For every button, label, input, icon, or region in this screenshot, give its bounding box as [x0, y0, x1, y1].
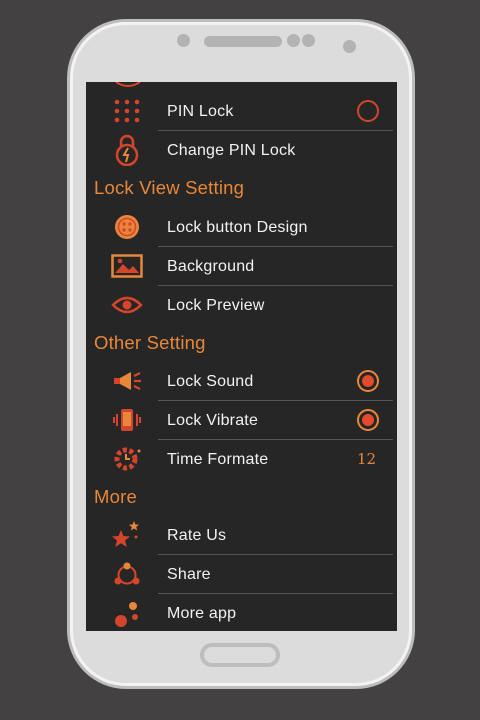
lock-sound-row[interactable]: Lock Sound: [86, 362, 397, 401]
eye-icon: [110, 290, 144, 320]
dots-icon: [110, 598, 144, 628]
time-formate-label: Time Formate: [167, 451, 269, 468]
section-header-other: Other Setting: [94, 332, 206, 353]
share-row[interactable]: Share: [86, 555, 397, 594]
more-app-row[interactable]: More app: [86, 594, 397, 631]
lock-preview-row[interactable]: Lock Preview: [86, 286, 397, 325]
section-header-lock-view: Lock View Setting: [94, 177, 245, 198]
vibrate-icon: [110, 405, 144, 435]
settings-screen: PIN Lock Change PIN Lock Lock View Setti…: [86, 82, 397, 631]
lock-vibrate-label: Lock Vibrate: [167, 412, 259, 429]
share-icon: [110, 559, 144, 589]
section-header-more: More: [94, 486, 137, 507]
stars-icon: [110, 520, 144, 550]
lock-sound-radio[interactable]: [357, 370, 379, 392]
sensor-dot: [302, 34, 315, 47]
sensor-dot: [343, 40, 356, 53]
background-label: Background: [167, 258, 255, 275]
lock-preview-label: Lock Preview: [167, 297, 265, 314]
rate-us-label: Rate Us: [167, 527, 227, 544]
earpiece-speaker: [204, 36, 282, 47]
image-icon: [110, 251, 144, 281]
background-row[interactable]: Background: [86, 247, 397, 286]
more-app-label: More app: [167, 605, 237, 622]
lock-vibrate-radio[interactable]: [357, 409, 379, 431]
pin-lock-radio[interactable]: [357, 100, 379, 122]
gear-clock-icon: [110, 444, 144, 474]
lock-icon: [110, 134, 144, 166]
megaphone-icon: [110, 366, 144, 396]
home-button[interactable]: [200, 643, 280, 667]
pin-lock-label: PIN Lock: [167, 103, 234, 120]
time-formate-row[interactable]: Time Formate 12: [86, 440, 397, 479]
lock-button-design-label: Lock button Design: [167, 219, 308, 236]
lock-vibrate-row[interactable]: Lock Vibrate: [86, 401, 397, 440]
front-camera: [177, 34, 190, 47]
sensor-dot: [287, 34, 300, 47]
time-format-value[interactable]: 12: [357, 440, 376, 479]
pin-grid-icon: [110, 96, 144, 126]
change-pin-lock-row[interactable]: Change PIN Lock: [86, 131, 397, 170]
rate-us-row[interactable]: Rate Us: [86, 516, 397, 555]
share-label: Share: [167, 566, 211, 583]
lock-button-design-row[interactable]: Lock button Design: [86, 208, 397, 247]
lock-sound-label: Lock Sound: [167, 373, 254, 390]
pin-lock-row[interactable]: PIN Lock: [86, 92, 397, 131]
change-pin-lock-label: Change PIN Lock: [167, 142, 296, 159]
button-icon: [110, 212, 144, 242]
